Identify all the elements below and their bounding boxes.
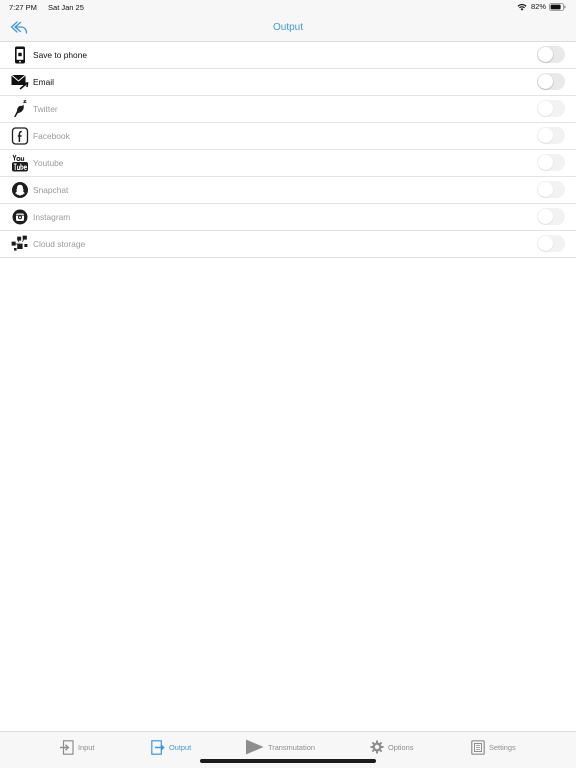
toggle-knob xyxy=(538,209,553,224)
nav-bar: Output xyxy=(0,14,576,42)
output-label: Snapchat xyxy=(33,185,69,195)
cloud-storage-icon xyxy=(11,235,29,253)
tab-label: Output xyxy=(169,742,192,752)
tab-options[interactable]: Options xyxy=(370,739,413,755)
tab-output[interactable]: Output xyxy=(151,739,191,755)
output-row-save-to-phone: Save to phone xyxy=(0,42,576,69)
output-row-facebook: Facebook xyxy=(0,123,576,150)
tab-label: Options xyxy=(388,742,414,752)
status-time: 7:27 PM xyxy=(9,3,37,12)
output-row-twitter: Twitter xyxy=(0,96,576,123)
home-indicator xyxy=(200,759,376,763)
toggle-knob xyxy=(538,101,553,116)
tab-settings[interactable]: Settings xyxy=(471,739,516,755)
output-icon xyxy=(151,739,165,755)
output-label: Instagram xyxy=(33,212,71,222)
output-row-snapchat: Snapchat xyxy=(0,177,576,204)
tab-transmutation[interactable]: Transmutation xyxy=(245,739,315,755)
facebook-toggle[interactable] xyxy=(537,127,565,144)
toggle-knob xyxy=(538,74,553,89)
toggle-knob xyxy=(538,182,553,197)
output-label: Cloud storage xyxy=(33,239,86,249)
screen: 7:27 PM Sat Jan 25 82% Output Save to ph… xyxy=(0,0,576,768)
status-bar: 7:27 PM Sat Jan 25 82% xyxy=(0,0,576,14)
instagram-toggle[interactable] xyxy=(537,208,565,225)
battery-percent: 82% xyxy=(530,2,546,11)
status-right: 82% xyxy=(517,2,566,11)
twitter-icon xyxy=(11,100,29,118)
status-date: Sat Jan 25 xyxy=(48,3,84,12)
toggle-knob xyxy=(538,155,553,170)
twitter-toggle[interactable] xyxy=(537,100,565,117)
save-to-phone-toggle[interactable] xyxy=(537,46,565,63)
output-row-cloud-storage: Cloud storage xyxy=(0,231,576,258)
output-row-youtube: Youtube xyxy=(0,150,576,177)
output-label: Youtube xyxy=(33,158,64,168)
output-label: Email xyxy=(33,77,54,87)
cloud-storage-toggle[interactable] xyxy=(537,235,565,252)
email-icon xyxy=(11,73,29,91)
phone-icon xyxy=(11,46,29,64)
facebook-icon xyxy=(11,127,29,145)
tab-label: Transmutation xyxy=(268,742,315,752)
input-icon xyxy=(60,739,74,755)
wifi-icon xyxy=(517,3,527,11)
toggle-knob xyxy=(538,236,553,251)
tab-label: Input xyxy=(78,742,95,752)
toggle-knob xyxy=(538,128,553,143)
youtube-toggle[interactable] xyxy=(537,154,565,171)
output-row-email: Email xyxy=(0,69,576,96)
output-label: Facebook xyxy=(33,131,70,141)
battery-icon xyxy=(549,2,566,11)
status-left: 7:27 PM Sat Jan 25 xyxy=(9,3,93,12)
page-title: Output xyxy=(272,22,304,33)
output-label: Save to phone xyxy=(33,50,88,60)
output-list: Save to phone Email Twitter Facebook You… xyxy=(0,42,576,258)
snapchat-toggle[interactable] xyxy=(537,181,565,198)
output-row-instagram: Instagram xyxy=(0,204,576,231)
instagram-icon xyxy=(11,208,29,226)
email-toggle[interactable] xyxy=(537,73,565,90)
youtube-icon xyxy=(11,154,29,172)
tab-input[interactable]: Input xyxy=(60,739,94,755)
toggle-knob xyxy=(538,47,553,62)
output-label: Twitter xyxy=(33,104,58,114)
snapchat-icon xyxy=(11,181,29,199)
gear-icon xyxy=(370,740,384,754)
settings-icon xyxy=(471,739,485,755)
tab-label: Settings xyxy=(489,742,516,752)
play-icon xyxy=(246,739,264,755)
